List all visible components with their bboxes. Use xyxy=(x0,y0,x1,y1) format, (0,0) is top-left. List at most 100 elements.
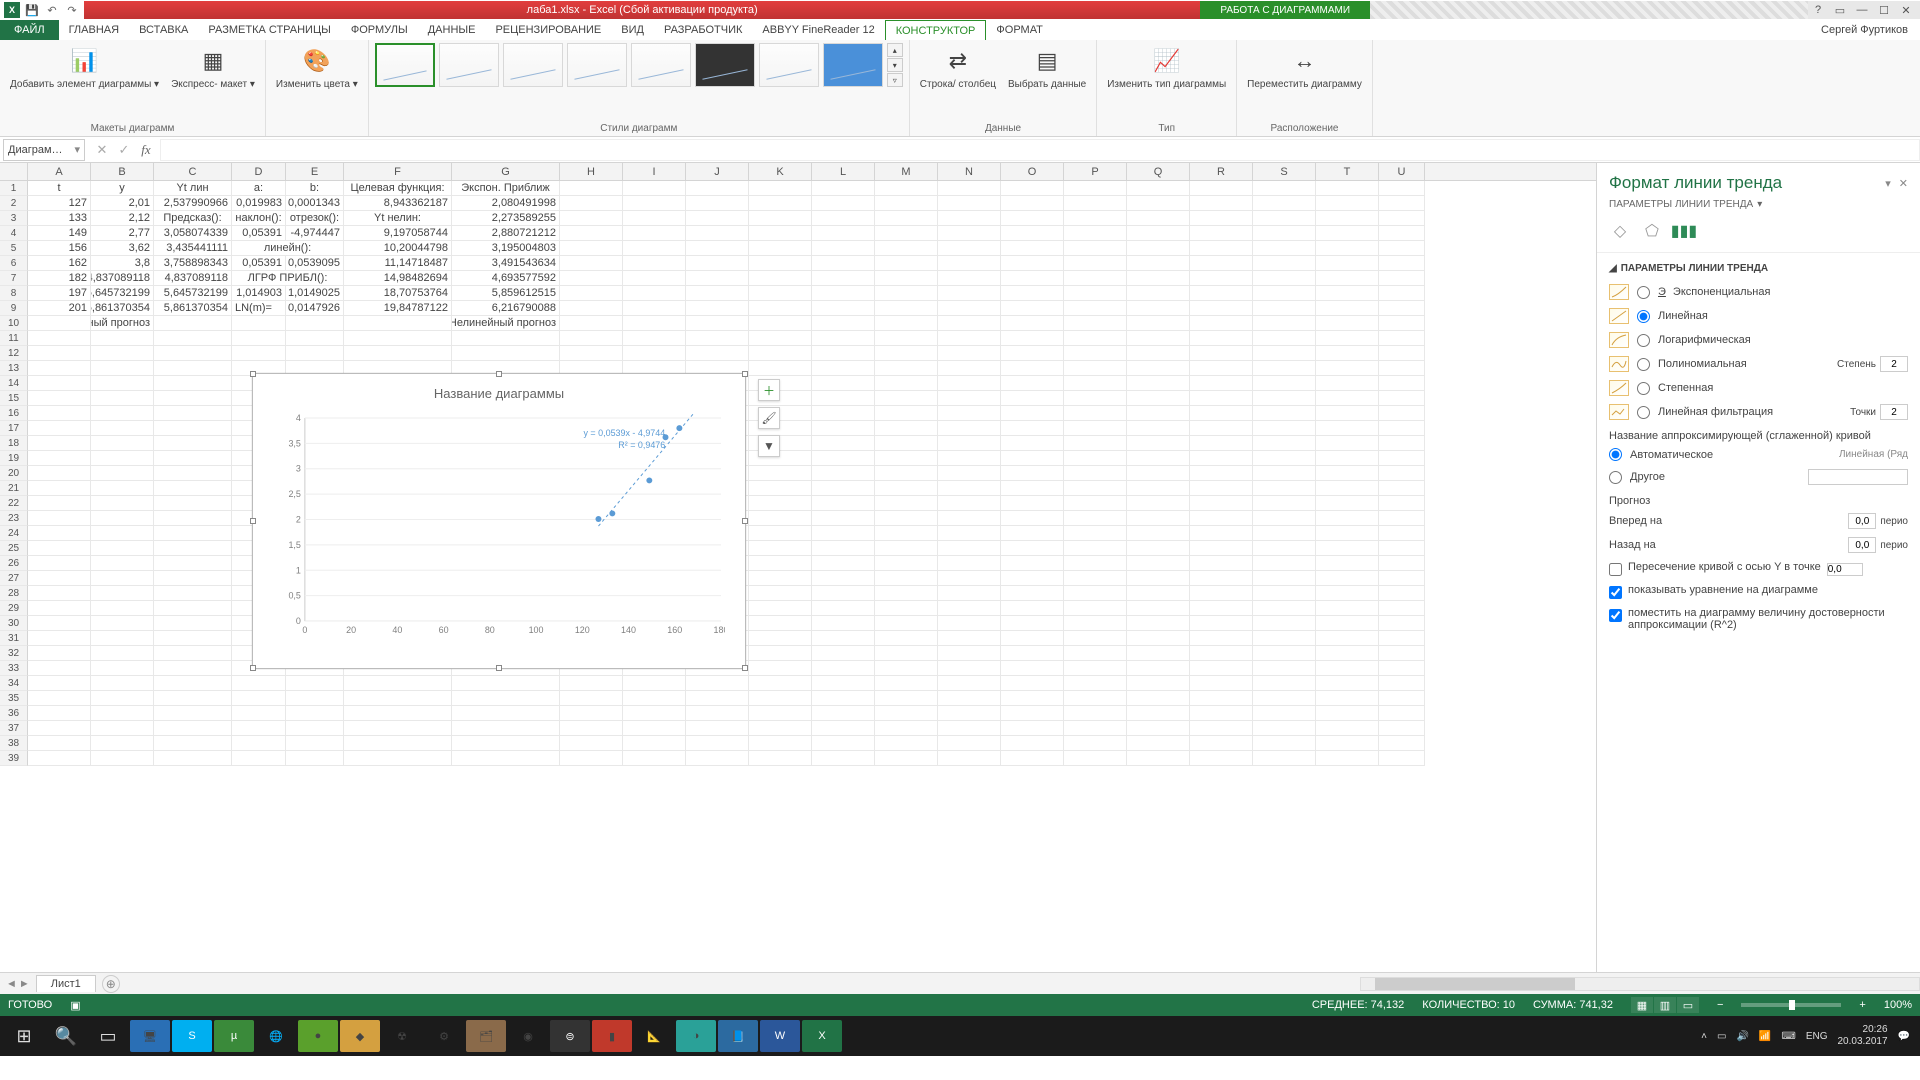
cell-S14[interactable] xyxy=(1253,376,1316,391)
cell-C9[interactable]: 5,861370354 xyxy=(154,301,232,316)
cell-U8[interactable] xyxy=(1379,286,1425,301)
cell-Q9[interactable] xyxy=(1127,301,1190,316)
cell-G11[interactable] xyxy=(452,331,560,346)
cell-L9[interactable] xyxy=(812,301,875,316)
cell-O20[interactable] xyxy=(1001,466,1064,481)
cell-S24[interactable] xyxy=(1253,526,1316,541)
search-icon[interactable]: 🔍 xyxy=(46,1020,86,1052)
chart-elements-button[interactable]: ＋ xyxy=(758,379,780,401)
movavg-period-input[interactable] xyxy=(1880,404,1908,420)
cell-M1[interactable] xyxy=(875,181,938,196)
cell-O38[interactable] xyxy=(1001,736,1064,751)
cell-H36[interactable] xyxy=(560,706,623,721)
cell-J8[interactable] xyxy=(686,286,749,301)
cell-C28[interactable] xyxy=(154,586,232,601)
panel-options-icon[interactable]: ▾ xyxy=(1885,177,1891,190)
row-header-8[interactable]: 8 xyxy=(0,286,28,301)
cell-S7[interactable] xyxy=(1253,271,1316,286)
cell-P27[interactable] xyxy=(1064,571,1127,586)
cell-G8[interactable]: 5,859612515 xyxy=(452,286,560,301)
cell-T29[interactable] xyxy=(1316,601,1379,616)
cell-C13[interactable] xyxy=(154,361,232,376)
select-data-button[interactable]: ▤Выбрать данные xyxy=(1004,43,1090,92)
cell-S25[interactable] xyxy=(1253,541,1316,556)
cell-U26[interactable] xyxy=(1379,556,1425,571)
cell-D35[interactable] xyxy=(232,691,286,706)
cell-B17[interactable] xyxy=(91,421,154,436)
cell-S23[interactable] xyxy=(1253,511,1316,526)
cell-J38[interactable] xyxy=(686,736,749,751)
tab-developer[interactable]: РАЗРАБОТЧИК xyxy=(654,20,752,40)
chart-style-4[interactable] xyxy=(567,43,627,87)
cell-R33[interactable] xyxy=(1190,661,1253,676)
cell-Q5[interactable] xyxy=(1127,241,1190,256)
cell-R37[interactable] xyxy=(1190,721,1253,736)
cell-O24[interactable] xyxy=(1001,526,1064,541)
cell-S34[interactable] xyxy=(1253,676,1316,691)
cell-L6[interactable] xyxy=(812,256,875,271)
cell-S18[interactable] xyxy=(1253,436,1316,451)
cell-M5[interactable] xyxy=(875,241,938,256)
cell-D6[interactable]: 0,05391 xyxy=(232,256,286,271)
cell-R20[interactable] xyxy=(1190,466,1253,481)
cell-L10[interactable] xyxy=(812,316,875,331)
cell-A21[interactable] xyxy=(28,481,91,496)
cell-P18[interactable] xyxy=(1064,436,1127,451)
cell-U16[interactable] xyxy=(1379,406,1425,421)
cell-U25[interactable] xyxy=(1379,541,1425,556)
cell-F34[interactable] xyxy=(344,676,452,691)
row-header-37[interactable]: 37 xyxy=(0,721,28,736)
cell-R28[interactable] xyxy=(1190,586,1253,601)
row-header-10[interactable]: 10 xyxy=(0,316,28,331)
cell-C1[interactable]: Yt лин xyxy=(154,181,232,196)
cell-F4[interactable]: 9,197058744 xyxy=(344,226,452,241)
switch-row-col-button[interactable]: ⇄Строка/ столбец xyxy=(916,43,1000,92)
cell-N8[interactable] xyxy=(938,286,1001,301)
cell-Q8[interactable] xyxy=(1127,286,1190,301)
taskbar-word[interactable]: W xyxy=(760,1020,800,1052)
tray-battery-icon[interactable]: ▭ xyxy=(1717,1031,1726,1042)
cell-A19[interactable] xyxy=(28,451,91,466)
cell-C34[interactable] xyxy=(154,676,232,691)
cell-M29[interactable] xyxy=(875,601,938,616)
row-header-9[interactable]: 9 xyxy=(0,301,28,316)
custom-name-input[interactable] xyxy=(1808,469,1908,485)
cell-A39[interactable] xyxy=(28,751,91,766)
cell-U20[interactable] xyxy=(1379,466,1425,481)
cell-U3[interactable] xyxy=(1379,211,1425,226)
cell-L16[interactable] xyxy=(812,406,875,421)
cell-A9[interactable]: 201 xyxy=(28,301,91,316)
cell-U24[interactable] xyxy=(1379,526,1425,541)
cell-B27[interactable] xyxy=(91,571,154,586)
cell-T17[interactable] xyxy=(1316,421,1379,436)
cell-P15[interactable] xyxy=(1064,391,1127,406)
add-sheet-button[interactable]: ⊕ xyxy=(102,975,120,993)
cell-C38[interactable] xyxy=(154,736,232,751)
cell-K8[interactable] xyxy=(749,286,812,301)
cell-D38[interactable] xyxy=(232,736,286,751)
cell-C30[interactable] xyxy=(154,616,232,631)
cell-U37[interactable] xyxy=(1379,721,1425,736)
cell-R1[interactable] xyxy=(1190,181,1253,196)
cell-I34[interactable] xyxy=(623,676,686,691)
cell-Q37[interactable] xyxy=(1127,721,1190,736)
poly-degree-input[interactable] xyxy=(1880,356,1908,372)
row-header-30[interactable]: 30 xyxy=(0,616,28,631)
cell-A15[interactable] xyxy=(28,391,91,406)
cell-I10[interactable] xyxy=(623,316,686,331)
cell-S11[interactable] xyxy=(1253,331,1316,346)
tray-notifications-icon[interactable]: 💬 xyxy=(1898,1031,1910,1042)
cell-S5[interactable] xyxy=(1253,241,1316,256)
cell-J37[interactable] xyxy=(686,721,749,736)
cell-J9[interactable] xyxy=(686,301,749,316)
horizontal-scrollbar[interactable] xyxy=(1360,977,1920,991)
cell-B9[interactable]: 5,861370354 xyxy=(91,301,154,316)
forecast-fwd-input[interactable] xyxy=(1848,513,1876,529)
cell-P33[interactable] xyxy=(1064,661,1127,676)
cell-N4[interactable] xyxy=(938,226,1001,241)
cell-M14[interactable] xyxy=(875,376,938,391)
cell-U22[interactable] xyxy=(1379,496,1425,511)
cell-B5[interactable]: 3,62 xyxy=(91,241,154,256)
name-box[interactable]: Диаграм…▾ xyxy=(3,139,85,161)
cell-U5[interactable] xyxy=(1379,241,1425,256)
